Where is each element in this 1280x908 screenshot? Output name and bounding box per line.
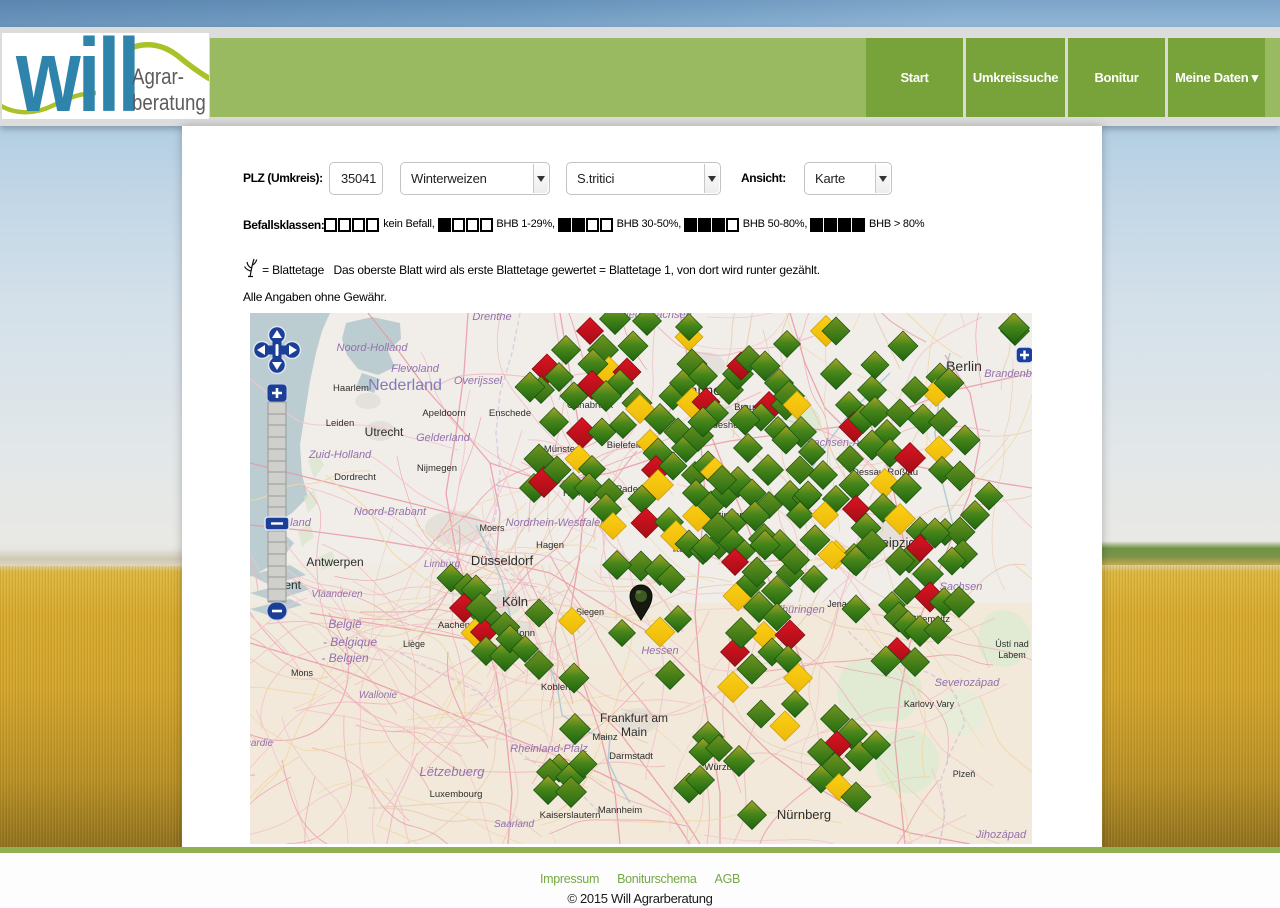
svg-text:will: will bbox=[15, 33, 137, 119]
svg-text:Enschede: Enschede bbox=[489, 408, 531, 419]
svg-text:Hagen: Hagen bbox=[536, 540, 564, 551]
svg-text:Leiden: Leiden bbox=[326, 418, 355, 429]
svg-text:Liège: Liège bbox=[403, 639, 425, 649]
svg-text:Apeldoorn: Apeldoorn bbox=[422, 408, 465, 419]
svg-text:Noord-Brabant: Noord-Brabant bbox=[354, 506, 427, 518]
svg-text:Haarlem: Haarlem bbox=[333, 383, 369, 394]
svg-text:Rheinland-Pfalz: Rheinland-Pfalz bbox=[510, 743, 588, 755]
svg-text:Luxembourg: Luxembourg bbox=[430, 789, 483, 800]
svg-text:Agrar-: Agrar- bbox=[132, 66, 184, 90]
svg-text:Gelderland: Gelderland bbox=[416, 432, 471, 444]
svg-text:- Belgique: - Belgique bbox=[323, 635, 377, 649]
svg-text:Nijmegen: Nijmegen bbox=[417, 463, 457, 474]
svg-text:Vlaanderen: Vlaanderen bbox=[311, 589, 363, 600]
svg-text:Zuid-Holland: Zuid-Holland bbox=[308, 449, 372, 461]
svg-text:Dordrecht: Dordrecht bbox=[334, 472, 376, 483]
svg-text:Jihozápad: Jihozápad bbox=[975, 829, 1027, 841]
svg-text:Plzeň: Plzeň bbox=[953, 769, 976, 779]
svg-text:Frankfurt am: Frankfurt am bbox=[600, 711, 668, 725]
svg-text:Darmstadt: Darmstadt bbox=[609, 751, 653, 762]
svg-text:Main: Main bbox=[621, 725, 647, 739]
svg-text:Wallonie: Wallonie bbox=[359, 690, 398, 701]
svg-text:Drenthe: Drenthe bbox=[472, 313, 511, 323]
svg-text:- Belgien: - Belgien bbox=[321, 651, 369, 665]
svg-text:Saarland: Saarland bbox=[494, 819, 534, 830]
svg-text:Antwerpen: Antwerpen bbox=[306, 555, 363, 569]
svg-text:Noord-Holland: Noord-Holland bbox=[337, 342, 409, 354]
svg-text:Mainz: Mainz bbox=[592, 732, 618, 743]
svg-text:beratung: beratung bbox=[132, 92, 206, 116]
svg-text:Nordrhein-Westfalen: Nordrhein-Westfalen bbox=[506, 517, 607, 529]
svg-text:Nederland: Nederland bbox=[368, 377, 442, 394]
svg-text:Severozápad: Severozápad bbox=[935, 677, 1001, 689]
svg-text:Brandenburg: Brandenburg bbox=[984, 368, 1032, 380]
svg-text:Mons: Mons bbox=[291, 668, 314, 678]
svg-text:Overijssel: Overijssel bbox=[454, 375, 503, 387]
svg-text:Picardie: Picardie bbox=[250, 738, 273, 749]
svg-text:Labem: Labem bbox=[998, 650, 1026, 660]
svg-text:Lëtzebuerg: Lëtzebuerg bbox=[419, 764, 485, 779]
svg-text:Utrecht: Utrecht bbox=[365, 425, 404, 439]
svg-text:Kaiserslautern: Kaiserslautern bbox=[540, 810, 601, 821]
svg-text:Flevoland: Flevoland bbox=[391, 363, 440, 375]
svg-text:Moers: Moers bbox=[479, 523, 505, 533]
svg-text:Mannheim: Mannheim bbox=[598, 805, 642, 816]
svg-text:België: België bbox=[328, 617, 362, 631]
svg-text:Nürnberg: Nürnberg bbox=[777, 807, 831, 822]
svg-text:Köln: Köln bbox=[502, 594, 528, 609]
svg-text:Ústí nad: Ústí nad bbox=[995, 639, 1029, 649]
svg-text:Düsseldorf: Düsseldorf bbox=[471, 553, 534, 568]
svg-text:Karlovy Vary: Karlovy Vary bbox=[904, 699, 955, 709]
